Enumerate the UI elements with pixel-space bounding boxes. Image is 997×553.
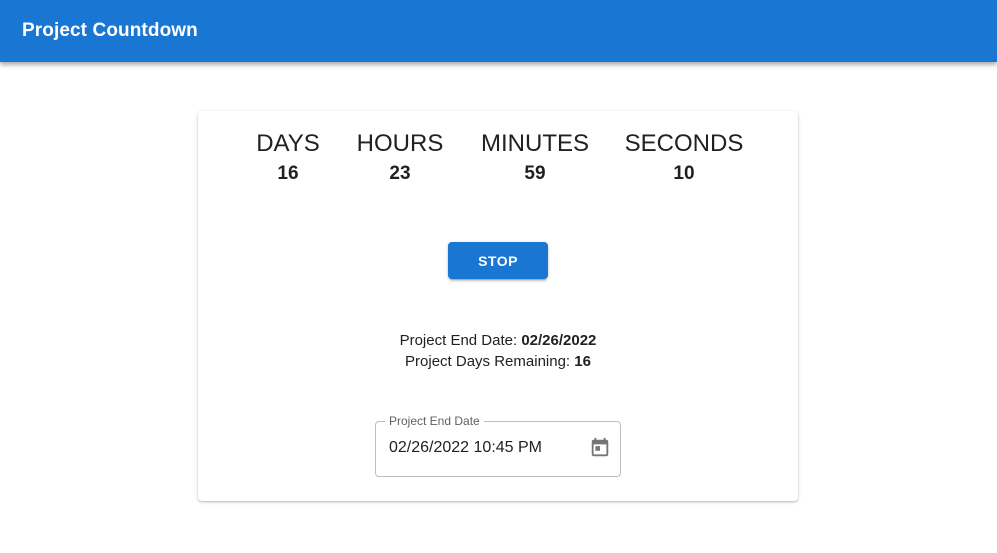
end-date-field-label: Project End Date (385, 414, 484, 428)
countdown-card: DAYS 16 HOURS 23 MINUTES 59 SECONDS 10 S… (198, 111, 798, 501)
countdown-days: DAYS 16 (256, 129, 320, 186)
end-date-label: Project End Date: (399, 332, 518, 349)
countdown-seconds: SECONDS 10 (625, 129, 744, 186)
stop-button[interactable]: STOP (448, 242, 548, 279)
seconds-value: 10 (673, 163, 695, 184)
countdown-minutes: MINUTES 59 (481, 129, 589, 186)
days-remaining-value: 16 (574, 353, 591, 370)
minutes-label: MINUTES (481, 130, 589, 157)
project-end-date-line: Project End Date: 02/26/2022 (198, 330, 798, 351)
app-title: Project Countdown (22, 20, 198, 41)
minutes-value: 59 (524, 163, 546, 184)
days-label: DAYS (256, 130, 320, 157)
hours-value: 23 (389, 163, 411, 184)
calendar-icon[interactable] (588, 436, 612, 460)
end-date-field[interactable]: Project End Date (375, 414, 621, 477)
countdown-hours: HOURS 23 (357, 129, 444, 186)
days-value: 16 (277, 163, 299, 184)
app-bar: Project Countdown (0, 0, 997, 62)
days-remaining-label: Project Days Remaining: (405, 353, 571, 370)
end-date-value: 02/26/2022 (521, 332, 597, 349)
end-date-input[interactable] (389, 437, 579, 459)
hours-label: HOURS (356, 130, 444, 157)
seconds-label: SECONDS (624, 130, 744, 157)
days-remaining-line: Project Days Remaining: 16 (198, 351, 798, 372)
